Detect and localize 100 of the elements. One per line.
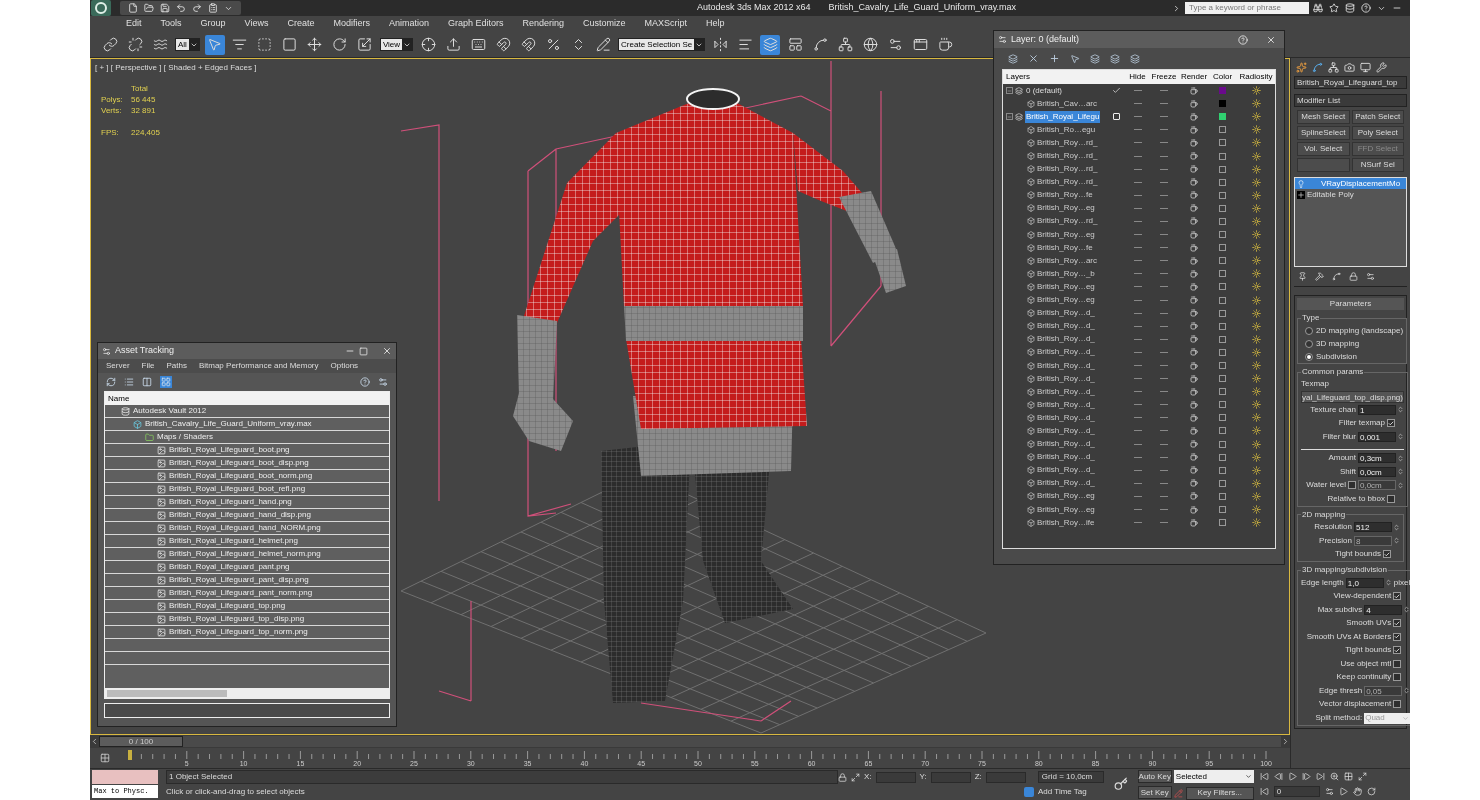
tree-item[interactable]: British_Royal_Lifeguard_pant_disp.png xyxy=(169,574,309,586)
object-name[interactable]: British_Roy…d_ xyxy=(1037,438,1095,451)
object-name[interactable]: British_Roy…fe xyxy=(1037,241,1093,254)
object-name[interactable]: British_Roy…d_ xyxy=(1037,425,1095,437)
tree-item[interactable]: British_Royal_Lifeguard_top.png xyxy=(169,600,286,612)
viewport-label[interactable]: [ + ] [ Perspective ] [ Shaded + Edged Faces ] xyxy=(95,62,257,74)
object-name[interactable]: British_Roy…d_ xyxy=(1037,398,1095,411)
object-name[interactable]: British_Roy…eg xyxy=(1037,228,1095,241)
menu-item[interactable]: Rendering xyxy=(520,17,567,31)
layer-name[interactable]: 0 (default) xyxy=(1025,84,1064,97)
menu-item[interactable]: Graph Editors xyxy=(445,17,506,31)
tree-item[interactable]: British_Royal_Lifeguard_pant_norm.png xyxy=(169,587,313,599)
object-name[interactable]: British_Roy…d_ xyxy=(1037,346,1095,359)
key-filters-button[interactable]: Key Filters... xyxy=(1185,786,1254,800)
object-name[interactable]: British_Ro…egu xyxy=(1037,123,1096,136)
set-key-button[interactable]: Set Key xyxy=(1137,786,1172,799)
object-name[interactable]: British_Roy…rd_ xyxy=(1037,176,1098,189)
tree-item[interactable]: British_Royal_Lifeguard_helmet_norm.png xyxy=(169,548,321,560)
object-name[interactable]: British_Roy…d_ xyxy=(1037,464,1095,477)
column-header[interactable]: Render xyxy=(1178,71,1210,83)
column-header[interactable]: Color xyxy=(1210,71,1235,83)
tree-item[interactable]: British_Royal_Lifeguard_hand.png xyxy=(169,496,292,508)
object-name[interactable]: British_Roy…eg xyxy=(1037,202,1095,215)
tree-item[interactable]: Maps / Shaders xyxy=(157,431,214,443)
object-name[interactable]: British_Roy…_b xyxy=(1037,267,1095,280)
object-name[interactable]: British_Roy…arc xyxy=(1037,254,1097,267)
spinner-field[interactable]: 1,0 xyxy=(1345,577,1384,588)
modifier-button[interactable]: SplineSelect xyxy=(1297,126,1350,140)
object-name[interactable]: British_Roy…d_ xyxy=(1037,372,1095,385)
tree-item[interactable]: British_Royal_Lifeguard_helmet.png xyxy=(169,535,298,547)
menu-item[interactable]: Tools xyxy=(158,17,184,31)
object-name[interactable]: British_Roy…eg xyxy=(1037,294,1095,307)
selection-status[interactable]: 1 Object Selected xyxy=(166,770,838,784)
object-name[interactable]: British_Roy…fe xyxy=(1037,189,1093,202)
dropdown[interactable]: Create Selection Se xyxy=(618,38,706,51)
object-name[interactable]: British_Cav…arc xyxy=(1037,97,1097,110)
tree-item[interactable]: British_Royal_Lifeguard_boot_disp.png xyxy=(169,457,309,469)
menu-item[interactable]: Paths xyxy=(166,360,187,372)
tree-item[interactable]: Autodesk Vault 2012 xyxy=(133,405,207,417)
spinner-field[interactable]: 1 xyxy=(1357,404,1396,415)
tree-item[interactable]: British_Royal_Lifeguard_top_norm.png xyxy=(169,626,308,638)
tree-item[interactable]: British_Royal_Lifeguard_hand_NORM.png xyxy=(169,522,321,534)
object-name[interactable]: British_Roy…d_ xyxy=(1037,385,1095,398)
column-header[interactable]: Radiosity xyxy=(1235,71,1275,83)
modifier-button[interactable]: Mesh Select xyxy=(1297,110,1350,124)
object-name[interactable]: British_Roy…eg xyxy=(1037,503,1095,516)
modifier-button[interactable]: NSurf Sel xyxy=(1351,158,1404,172)
spinner-field[interactable]: 0,3cm xyxy=(1357,453,1396,464)
menu-item[interactable]: File xyxy=(141,360,155,372)
menu-item[interactable]: Options xyxy=(330,360,359,372)
object-name[interactable]: British_Roy…d_ xyxy=(1037,477,1095,490)
object-name[interactable]: British_Roy…d_ xyxy=(1037,333,1095,346)
menu-item[interactable]: Group xyxy=(198,17,228,31)
current-frame-field[interactable]: 0 xyxy=(1273,786,1320,797)
column-header[interactable]: Layers xyxy=(1003,71,1108,83)
object-name[interactable]: British_Roy…d_ xyxy=(1037,451,1095,464)
object-name[interactable]: British_Roy…eg xyxy=(1037,490,1095,503)
spinner-field[interactable]: 0,0cm xyxy=(1357,466,1396,477)
dropdown[interactable]: All xyxy=(175,38,200,51)
tree-item[interactable]: British_Royal_Lifeguard_boot.png xyxy=(169,444,290,456)
dropdown[interactable]: View xyxy=(379,38,414,51)
add-time-tag-button[interactable]: Add Time Tag xyxy=(1038,785,1087,798)
menu-item[interactable]: Modifiers xyxy=(331,17,372,31)
stack-item[interactable]: Editable Poly xyxy=(1295,189,1406,200)
tree-item[interactable]: British_Royal_Lifeguard_boot_refl.png xyxy=(169,483,306,495)
tree-item[interactable]: British_Cavalry_Life_Guard_Uniform_vray.max xyxy=(145,418,312,430)
modifier-list-dropdown[interactable]: Modifier List xyxy=(1294,94,1407,107)
key-mode-dropdown[interactable]: Selected xyxy=(1173,770,1254,783)
time-slider-handle[interactable]: 0 / 100 xyxy=(99,736,183,747)
object-name[interactable]: British_Roy…rd_ xyxy=(1037,136,1098,149)
layer-name[interactable]: British_Royal_Lifegu xyxy=(1025,110,1101,123)
object-name-field[interactable]: British_Royal_Lifeguard_top xyxy=(1294,76,1407,89)
tree-item[interactable]: British_Royal_Lifeguard_boot_norm.png xyxy=(169,470,313,482)
spinner-field[interactable]: 512 xyxy=(1354,522,1392,533)
object-name[interactable]: British_Roy…d_ xyxy=(1037,307,1095,320)
spinner-field[interactable]: 0,001 xyxy=(1357,431,1396,442)
menu-item[interactable]: Edit xyxy=(124,17,144,31)
object-name[interactable]: British_Roy…d_ xyxy=(1037,320,1095,333)
column-header[interactable]: Name xyxy=(105,392,389,405)
tree-item[interactable]: British_Royal_Lifeguard_pant.png xyxy=(169,561,290,573)
modifier-button[interactable]: Patch Select xyxy=(1351,110,1404,124)
object-name[interactable]: British_Roy…d_ xyxy=(1037,359,1095,372)
modifier-button[interactable]: Poly Select xyxy=(1351,126,1404,140)
time-slider-track[interactable]: 0 / 100 xyxy=(99,736,1281,747)
tree-item[interactable]: British_Royal_Lifeguard_top_disp.png xyxy=(169,613,305,625)
menu-item[interactable]: Server xyxy=(106,360,130,372)
column-header[interactable]: Freeze xyxy=(1150,71,1178,83)
modifier-button[interactable]: Vol. Select xyxy=(1297,142,1350,156)
texmap-button[interactable]: yal_Lifeguard_top_disp.png) xyxy=(1301,391,1404,403)
auto-key-button[interactable]: Auto Key xyxy=(1137,770,1172,783)
object-name[interactable]: British_Roy…rd_ xyxy=(1037,215,1098,228)
menu-item[interactable]: Bitmap Performance and Memory xyxy=(198,360,319,372)
menu-item[interactable]: Customize xyxy=(581,17,628,31)
spinner-field[interactable]: 4 xyxy=(1364,604,1403,615)
object-name[interactable]: British_Roy…ife xyxy=(1037,516,1095,529)
rollout-header[interactable]: Parameters xyxy=(1297,298,1404,310)
object-name[interactable]: British_Roy…rd_ xyxy=(1037,163,1098,176)
menu-item[interactable]: Animation xyxy=(386,17,431,31)
object-name[interactable]: British_Roy…rd_ xyxy=(1037,150,1098,162)
object-name[interactable]: British_Roy…eg xyxy=(1037,280,1095,293)
